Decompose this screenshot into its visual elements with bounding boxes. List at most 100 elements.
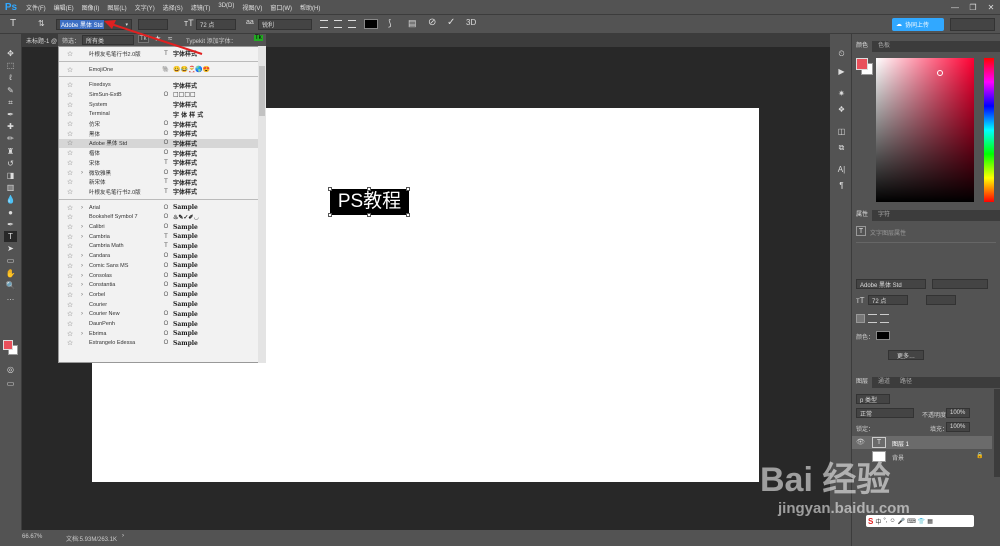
expand-arrow-icon[interactable]: ›	[81, 292, 89, 298]
foreground-color-swatch[interactable]	[856, 58, 868, 70]
3d-icon[interactable]: 3D	[466, 18, 476, 27]
font-item[interactable]: ☆ › Constantia O Sample	[59, 280, 259, 290]
font-list-scroll-thumb[interactable]	[259, 66, 265, 116]
font-item[interactable]: ☆ › Arial O Sample	[59, 203, 259, 213]
expand-arrow-icon[interactable]: ›	[81, 205, 89, 211]
text-color-swatch[interactable]	[364, 19, 378, 29]
close-button[interactable]: ✕	[982, 3, 1000, 12]
favorite-star-icon[interactable]: ☆	[59, 66, 81, 74]
align-left-icon[interactable]	[320, 20, 328, 28]
panel-toggle-icon[interactable]: ▤	[408, 18, 417, 29]
fill-field[interactable]: 100%	[946, 422, 970, 432]
eyedropper-tool-icon[interactable]: ✒	[4, 109, 17, 120]
font-item[interactable]: ☆ Cambria Math T Sample	[59, 242, 259, 252]
opacity-field[interactable]: 100%	[946, 408, 970, 418]
favorite-star-icon[interactable]: ☆	[59, 223, 81, 231]
favorite-star-icon[interactable]: ☆	[59, 139, 81, 147]
tab-color[interactable]: 颜色	[852, 41, 873, 52]
transform-handle[interactable]	[367, 187, 371, 191]
tab-properties[interactable]: 属性	[852, 210, 873, 221]
gradient-tool-icon[interactable]: ▥	[4, 182, 17, 193]
font-item[interactable]: ☆ Bookshelf Symbol 7 O ♨✎✓✐◡	[59, 213, 259, 223]
expand-arrow-icon[interactable]: ›	[81, 224, 89, 230]
quick-mask-icon[interactable]: ◎	[4, 364, 17, 375]
expand-arrow-icon[interactable]: ›	[81, 311, 89, 317]
favorite-star-icon[interactable]: ☆	[59, 291, 81, 299]
expand-arrow-icon[interactable]: ›	[81, 331, 89, 337]
visibility-eye-icon[interactable]: 👁	[856, 438, 865, 446]
type-tool-preset-icon[interactable]: T	[10, 18, 16, 29]
layer-row-selected[interactable]: 👁 T 图层 1	[852, 436, 992, 449]
paragraph-icon[interactable]: ¶	[835, 180, 848, 191]
font-item[interactable]: ☆ › Calibri O Sample	[59, 222, 259, 232]
minimize-button[interactable]: —	[946, 3, 964, 12]
props-align-center-icon[interactable]	[868, 314, 877, 323]
expand-arrow-icon[interactable]: ›	[81, 273, 89, 279]
font-item[interactable]: ☆ SimSun-ExtB O □□□□	[59, 90, 259, 100]
share-button[interactable]: ☁ 协同上传	[892, 18, 944, 31]
layer-name[interactable]: 图层 1	[892, 439, 909, 448]
brush-presets-icon[interactable]: ⧉	[835, 142, 848, 153]
adjustments-icon[interactable]: ✷	[835, 88, 848, 99]
move-tool-icon[interactable]: ✥	[4, 48, 17, 59]
font-item[interactable]: ☆ › 微软雅黑 O 字体样式	[59, 168, 259, 178]
props-align-left-icon[interactable]	[856, 314, 865, 323]
expand-arrow-icon[interactable]: ›	[81, 234, 89, 240]
cancel-icon[interactable]: ⊘	[428, 17, 436, 28]
favorite-star-icon[interactable]: ☆	[59, 252, 81, 260]
paths-icon[interactable]: ◫	[835, 126, 848, 137]
menu-item[interactable]: 编辑(E)	[50, 3, 78, 12]
favorite-star-icon[interactable]: ☆	[59, 310, 81, 318]
lasso-tool-icon[interactable]: ℓ	[4, 72, 17, 83]
align-right-icon[interactable]	[348, 20, 356, 28]
font-item[interactable]: ☆ 宋体 T 字体样式	[59, 158, 259, 168]
font-item[interactable]: ☆ Fixedsys 字体样式	[59, 80, 259, 90]
layer-kind-filter[interactable]: p 类型	[856, 394, 890, 404]
transform-handle[interactable]	[406, 213, 410, 217]
canvas-text-layer[interactable]: PS教程	[330, 189, 409, 215]
favorite-star-icon[interactable]: ☆	[59, 169, 81, 177]
favorite-star-icon[interactable]: ☆	[59, 91, 81, 99]
favorite-star-icon[interactable]: ☆	[59, 204, 81, 212]
font-item[interactable]: ☆ › Ebrima O Sample	[59, 329, 259, 339]
styles-icon[interactable]: ❖	[835, 104, 848, 115]
props-more-button[interactable]: 更多…	[888, 350, 924, 360]
favorite-star-icon[interactable]: ☆	[59, 50, 81, 58]
font-item[interactable]: ☆ › Courier New O Sample	[59, 310, 259, 320]
props-style-select[interactable]	[932, 279, 988, 289]
font-item[interactable]: ☆ 楷体 O 字体样式	[59, 148, 259, 158]
commit-icon[interactable]: ✓	[447, 17, 455, 28]
font-item[interactable]: ☆ Terminal 字 体 样 式	[59, 110, 259, 120]
menu-item[interactable]: 窗口(W)	[266, 3, 296, 12]
layers-scrollbar[interactable]	[994, 389, 1000, 477]
menu-item[interactable]: 选择(S)	[159, 3, 187, 12]
zoom-tool-icon[interactable]: 🔍	[4, 280, 17, 291]
eraser-tool-icon[interactable]: ◨	[4, 170, 17, 181]
typekit-add-icon[interactable]: Tk	[254, 35, 263, 41]
favorite-star-icon[interactable]: ☆	[59, 301, 81, 309]
props-leading-select[interactable]	[926, 295, 956, 305]
blur-tool-icon[interactable]: 💧	[4, 194, 17, 205]
menu-item[interactable]: 文字(Y)	[131, 3, 159, 12]
props-font-select[interactable]: Adobe 黑体 Std	[856, 279, 926, 289]
character-icon[interactable]: A|	[835, 164, 848, 175]
quick-select-tool-icon[interactable]: ✎	[4, 85, 17, 96]
font-item[interactable]: ☆ Estrangelo Edessa O Sample	[59, 339, 259, 349]
pen-tool-icon[interactable]: ✒	[4, 219, 17, 230]
tab-layers[interactable]: 图层	[852, 377, 873, 388]
expand-arrow-icon[interactable]: ›	[81, 253, 89, 259]
transform-handle[interactable]	[328, 213, 332, 217]
dodge-tool-icon[interactable]: ●	[4, 207, 17, 218]
font-item[interactable]: ☆ › Cambria T Sample	[59, 232, 259, 242]
favorite-star-icon[interactable]: ☆	[59, 339, 81, 347]
transform-handle[interactable]	[406, 187, 410, 191]
text-orientation-icon[interactable]: ⇅	[38, 19, 45, 28]
favorite-star-icon[interactable]: ☆	[59, 272, 81, 280]
antialias-select[interactable]: 锐利	[258, 19, 312, 30]
favorite-star-icon[interactable]: ☆	[59, 242, 81, 250]
font-item[interactable]: ☆ 黑体 O 字体样式	[59, 129, 259, 139]
tab-swatches[interactable]: 色板	[874, 41, 895, 52]
warp-text-icon[interactable]: ⟆	[388, 18, 392, 29]
hand-tool-icon[interactable]: ✋	[4, 268, 17, 279]
favorite-star-icon[interactable]: ☆	[59, 101, 81, 109]
